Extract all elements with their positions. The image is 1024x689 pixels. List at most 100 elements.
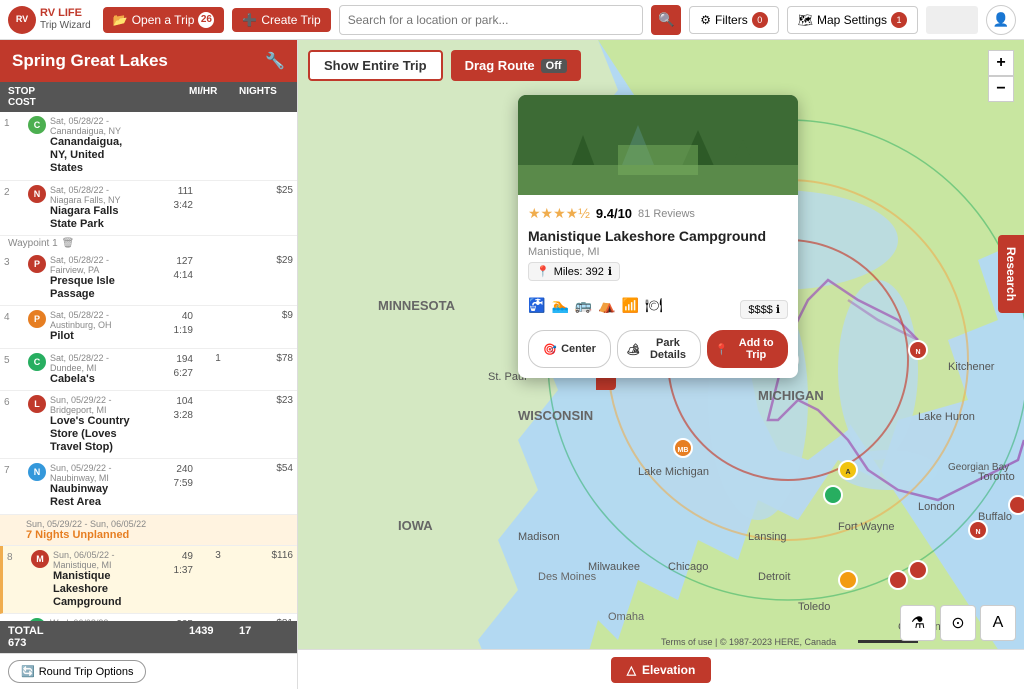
stop-number: 6: [4, 397, 26, 408]
stop-info: P Sat, 05/28/22 - Fairview, PA Presque I…: [26, 255, 133, 301]
campground-photo: [518, 95, 798, 195]
stop-date: Sun, 05/29/22 - Naubinway, MI: [50, 463, 133, 483]
stop-icon: M: [31, 550, 49, 568]
park-details-button[interactable]: 🏕 Park Details: [617, 330, 700, 368]
stop-cost: $25: [243, 185, 293, 196]
campground-popup-card: ★★★★½ 9.4/10 81 Reviews Manistique Lakes…: [518, 95, 798, 378]
water-icon: 🚰: [528, 297, 545, 314]
svg-text:MINNESOTA: MINNESOTA: [378, 298, 456, 313]
stop-name: Presque Isle Passage: [50, 275, 133, 301]
profile-button[interactable]: 👤: [986, 5, 1016, 35]
add-icon: 📍: [715, 343, 729, 356]
search-input[interactable]: [339, 5, 644, 35]
profile-icon: 👤: [993, 12, 1010, 28]
map-tool-text-button[interactable]: A: [980, 605, 1016, 641]
trip-title: Spring Great Lakes: [12, 51, 168, 71]
map-tools: ⚗ ⊙ A: [900, 605, 1016, 641]
research-panel[interactable]: Research: [998, 235, 1024, 313]
stop-date: Sat, 05/28/22 - Dundee, MI: [50, 353, 133, 373]
svg-text:Toledo: Toledo: [798, 601, 830, 613]
popup-rating: ★★★★½ 9.4/10 81 Reviews: [528, 205, 788, 222]
stop-info: M Sun, 06/05/22 - Manistique, MI Manisti…: [29, 550, 133, 610]
unplanned-stop-row: Sun, 05/29/22 - Sun, 06/05/22 7 Nights U…: [0, 515, 297, 546]
stop-miles-hours: 1946:27: [133, 353, 193, 381]
map-overlay-buttons: Show Entire Trip Drag Route Off: [308, 50, 581, 81]
open-trip-icon: 📂: [113, 13, 128, 27]
sidebar-footer: 🔄 Round Trip Options: [0, 653, 297, 689]
zoom-out-button[interactable]: −: [988, 76, 1014, 102]
stop-icon: C: [28, 353, 46, 371]
svg-text:Lansing: Lansing: [748, 531, 787, 543]
stop-icon: P: [28, 255, 46, 273]
round-trip-options-button[interactable]: 🔄 Round Trip Options: [8, 660, 146, 683]
stop-number: 8: [7, 552, 29, 563]
stop-date: Sat, 05/28/22 - Fairview, PA: [50, 255, 133, 275]
stop-number: 7: [4, 465, 26, 476]
map-settings-button[interactable]: 🗺 Map Settings 1: [787, 6, 918, 34]
plus-icon: ➕: [242, 13, 257, 27]
svg-text:WISCONSIN: WISCONSIN: [518, 408, 593, 423]
tent-icon: ⛺: [598, 297, 615, 314]
stop-miles-hours: 2407:59: [133, 463, 193, 491]
stop-row[interactable]: 6 L Sun, 05/29/22 - Bridgeport, MI Love'…: [0, 391, 297, 460]
unplanned-label: 7 Nights Unplanned: [26, 529, 293, 541]
stop-name: Naubinway Rest Area: [50, 483, 133, 509]
stop-cost: $29: [243, 255, 293, 266]
svg-text:Milwaukee: Milwaukee: [588, 561, 640, 573]
map-tool-flask-button[interactable]: ⚗: [900, 605, 936, 641]
stop-row[interactable]: 9 O Wed, 06/08/22 - Ontonagon, MI Ontona…: [0, 614, 297, 621]
search-button[interactable]: 🔍: [651, 5, 681, 35]
stop-info: C Sat, 05/28/22 - Dundee, MI Cabela's: [26, 353, 133, 386]
stop-name: Cabela's: [50, 373, 133, 386]
stop-row[interactable]: 3 P Sat, 05/28/22 - Fairview, PA Presque…: [0, 251, 297, 306]
unplanned-dates: Sun, 05/29/22 - Sun, 06/05/22: [26, 519, 293, 529]
settings-wrench-icon[interactable]: 🔧: [265, 51, 285, 71]
center-icon: 🎯: [543, 343, 557, 356]
dining-icon: 🍽: [645, 297, 663, 314]
info-icon: ℹ: [608, 265, 612, 278]
filter-icon: ⚙: [700, 13, 711, 27]
create-trip-button[interactable]: ➕ Create Trip: [232, 8, 330, 32]
sidebar: Spring Great Lakes 🔧 STOP MI/HR NIGHTS C…: [0, 40, 298, 689]
stop-info: P Sat, 05/28/22 - Austinburg, OH Pilot: [26, 310, 133, 343]
stop-row[interactable]: 4 P Sat, 05/28/22 - Austinburg, OH Pilot…: [0, 306, 297, 348]
stop-row[interactable]: 1 C Sat, 05/28/22 - Canandaigua, NY Cana…: [0, 112, 297, 181]
center-button[interactable]: 🎯 Center: [528, 330, 611, 368]
open-trip-button[interactable]: 📂 Open a Trip 26: [103, 7, 225, 33]
stops-column-headers: STOP MI/HR NIGHTS COST: [0, 82, 297, 112]
add-to-trip-button[interactable]: 📍 Add to Trip: [707, 330, 788, 368]
stop-row[interactable]: 2 N Sat, 05/28/22 - Niagara Falls, NY Ni…: [0, 181, 297, 236]
stop-row[interactable]: 8 M Sun, 06/05/22 - Manistique, MI Manis…: [0, 546, 297, 615]
svg-text:IOWA: IOWA: [398, 518, 433, 533]
star-rating: ★★★★½: [528, 205, 590, 222]
map-settings-icon: 🗺: [798, 13, 813, 27]
delete-waypoint-icon[interactable]: 🗑: [62, 238, 75, 249]
svg-text:Toronto: Toronto: [978, 471, 1015, 483]
bus-icon: 🚌: [575, 297, 592, 314]
svg-text:Buffalo: Buffalo: [978, 511, 1012, 523]
map-area[interactable]: MINNESOTA WISCONSIN MICHIGAN IOWA Des Mo…: [298, 40, 1024, 689]
stop-nights: 3: [193, 550, 243, 561]
stops-list: 1 C Sat, 05/28/22 - Canandaigua, NY Cana…: [0, 112, 297, 621]
top-navigation: RV RV LIFE Trip Wizard 📂 Open a Trip 26 …: [0, 0, 1024, 40]
stop-date: Sat, 05/28/22 - Canandaigua, NY: [50, 116, 133, 136]
campground-name: Manistique Lakeshore Campground: [528, 228, 788, 244]
stop-nights: 1: [193, 353, 243, 364]
svg-text:Kitchener: Kitchener: [948, 361, 995, 373]
amenities-icons: 🚰 🏊 🚌 ⛺ 📶 🍽: [528, 297, 663, 314]
stop-number: 2: [4, 187, 26, 198]
stop-name: Niagara Falls State Park: [50, 205, 133, 231]
stop-date: Sun, 05/29/22 - Bridgeport, MI: [50, 395, 133, 415]
elevation-button[interactable]: △ Elevation: [611, 657, 712, 683]
zoom-in-button[interactable]: +: [988, 50, 1014, 76]
map-tool-target-button[interactable]: ⊙: [940, 605, 976, 641]
total-row: TOTAL 1439 17 673: [0, 621, 297, 653]
stop-number: 4: [4, 312, 26, 323]
show-entire-trip-button[interactable]: Show Entire Trip: [308, 50, 443, 81]
drag-route-button[interactable]: Drag Route Off: [451, 50, 581, 81]
stop-row[interactable]: 7 N Sun, 05/29/22 - Naubinway, MI Naubin…: [0, 459, 297, 514]
stop-row[interactable]: 5 C Sat, 05/28/22 - Dundee, MI Cabela's …: [0, 349, 297, 391]
filters-button[interactable]: ⚙ Filters 0: [689, 6, 778, 34]
stop-info: L Sun, 05/29/22 - Bridgeport, MI Love's …: [26, 395, 133, 455]
stop-icon: N: [28, 185, 46, 203]
